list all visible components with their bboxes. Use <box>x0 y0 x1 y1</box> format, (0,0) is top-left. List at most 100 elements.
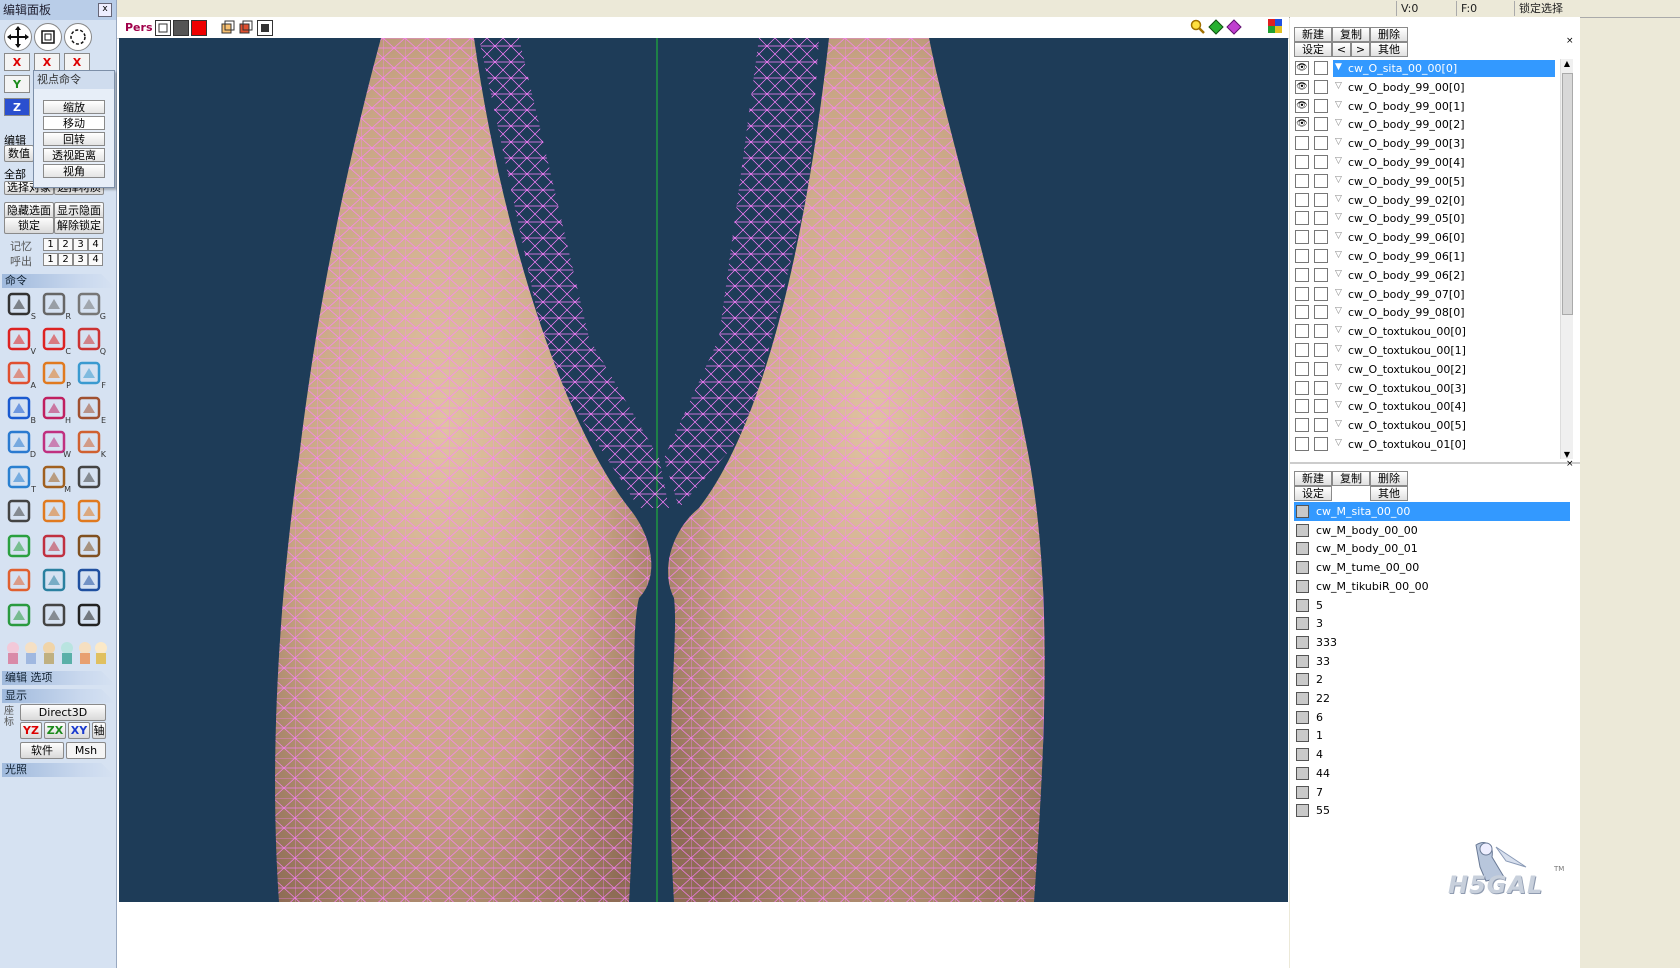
object-row[interactable]: ▽ cw_O_body_99_06[1] <box>1295 247 1557 266</box>
lock-toggle-icon[interactable] <box>1314 305 1328 320</box>
collapsed-arrow-icon[interactable]: ▽ <box>1335 137 1342 147</box>
x-axis-button-1[interactable]: X <box>4 53 30 71</box>
lock-toggle-icon[interactable] <box>1314 211 1328 226</box>
collapsed-arrow-icon[interactable]: ▽ <box>1335 419 1342 429</box>
material-color-swatch[interactable] <box>1296 766 1309 780</box>
lock-toggle-icon[interactable] <box>1314 286 1328 301</box>
hidden-eye-icon[interactable] <box>1295 267 1309 282</box>
object-new-button[interactable]: 新建 <box>1294 27 1332 42</box>
knife-icon[interactable]: H <box>39 393 71 425</box>
material-color-swatch[interactable] <box>1296 505 1309 518</box>
plane-yz-button[interactable]: YZ <box>20 722 42 739</box>
copy-view-icon[interactable] <box>239 20 253 34</box>
mapping-box-icon[interactable] <box>4 565 36 597</box>
collapsed-arrow-icon[interactable]: ▽ <box>1335 231 1342 241</box>
material-color-swatch[interactable] <box>1296 523 1309 537</box>
recall-1-button[interactable]: 1 <box>43 253 58 266</box>
object-row[interactable]: 👁 ▽ cw_O_body_99_00[0] <box>1295 78 1557 97</box>
material-row[interactable]: 22 <box>1294 689 1570 708</box>
lock-toggle-icon[interactable] <box>1314 267 1328 282</box>
material-row[interactable]: 33 <box>1294 652 1570 671</box>
material-row[interactable]: cw_M_body_00_00 <box>1294 521 1570 540</box>
object-row[interactable]: ▽ cw_O_body_99_05[0] <box>1295 209 1557 228</box>
object-prev-button[interactable]: < <box>1332 42 1351 57</box>
expand-arrow-icon[interactable]: ▼ <box>1335 62 1342 72</box>
plane-xy-button[interactable]: XY <box>68 722 90 739</box>
material-color-swatch[interactable] <box>1296 654 1309 668</box>
object-panel-close-icon[interactable]: × <box>1566 36 1574 46</box>
lock-toggle-icon[interactable] <box>1314 399 1328 414</box>
material-color-swatch[interactable] <box>1296 692 1309 705</box>
lock-toggle-icon[interactable] <box>1314 437 1328 451</box>
software-render-button[interactable]: 软件 <box>20 742 64 759</box>
material-row[interactable]: 44 <box>1294 764 1570 783</box>
memory-1-button[interactable]: 1 <box>43 238 58 251</box>
magnet-icon[interactable]: B <box>4 393 36 425</box>
palette-icon[interactable] <box>74 531 106 563</box>
lock-toggle-icon[interactable] <box>1314 380 1328 395</box>
material-row[interactable]: cw_M_tume_00_00 <box>1294 558 1570 577</box>
object-row[interactable]: ▽ cw_O_toxtukou_00[0] <box>1295 322 1557 341</box>
renderer-button[interactable]: Direct3D <box>20 704 106 721</box>
material-delete-button[interactable]: 删除 <box>1370 471 1408 486</box>
object-row[interactable]: 👁 ▽ cw_O_body_99_00[2] <box>1295 115 1557 134</box>
lattice-icon[interactable] <box>4 496 36 528</box>
edit-options-section-header[interactable]: 编辑 选项 <box>2 671 115 685</box>
material-row[interactable]: cw_M_tikubiR_00_00 <box>1294 577 1570 596</box>
move-view-icon[interactable] <box>4 23 32 51</box>
plane-zx-button[interactable]: ZX <box>44 722 66 739</box>
collapsed-arrow-icon[interactable]: ▽ <box>1335 156 1342 166</box>
object-row[interactable]: ▽ cw_O_body_99_00[3] <box>1295 134 1557 153</box>
character-avatars[interactable] <box>4 636 108 666</box>
pan-button[interactable]: 移动 <box>43 116 105 130</box>
lock-selection-button[interactable]: 锁定选择 <box>1514 1 1577 16</box>
lock-toggle-icon[interactable] <box>1314 136 1328 151</box>
object-row[interactable]: ▽ cw_O_body_99_00[5] <box>1295 172 1557 191</box>
object-row[interactable]: ▽ cw_O_body_99_06[0] <box>1295 228 1557 247</box>
memory-3-button[interactable]: 3 <box>73 238 88 251</box>
lock-toggle-icon[interactable] <box>1314 230 1328 245</box>
object-row[interactable]: ▽ cw_O_toxtukou_00[3] <box>1295 379 1557 398</box>
material-color-swatch[interactable] <box>1296 729 1309 743</box>
material-color-swatch[interactable] <box>1296 673 1309 687</box>
memory-2-button[interactable]: 2 <box>58 238 73 251</box>
material-row[interactable]: 7 <box>1294 783 1570 802</box>
plane-icon[interactable]: F <box>74 358 106 390</box>
rotate-view-tool-icon[interactable] <box>64 23 92 51</box>
move-icon[interactable]: V <box>4 324 36 356</box>
command-section-header[interactable]: 命令 <box>2 274 115 288</box>
axis-toggle-button[interactable]: 轴 <box>92 722 106 739</box>
material-color-swatch[interactable] <box>1296 635 1309 649</box>
red-square-icon[interactable] <box>191 20 207 36</box>
object-row[interactable]: 👁 ▽ cw_O_body_99_00[1] <box>1295 97 1557 116</box>
hidden-eye-icon[interactable] <box>1295 249 1309 263</box>
rotate-icon[interactable]: C <box>39 324 71 356</box>
collapsed-arrow-icon[interactable]: ▽ <box>1335 81 1342 91</box>
object-row[interactable]: ▽ cw_O_toxtukou_01[0] <box>1295 435 1557 454</box>
grid-view-icon[interactable] <box>257 20 273 36</box>
bone-icon[interactable] <box>39 565 71 597</box>
hidden-eye-icon[interactable] <box>1295 437 1309 451</box>
material-row[interactable]: 6 <box>1294 708 1570 727</box>
object-other-button[interactable]: 其他 <box>1370 42 1408 57</box>
object-row[interactable]: ▽ cw_O_body_99_00[4] <box>1295 153 1557 172</box>
object-row[interactable]: ▽ cw_O_body_99_07[0] <box>1295 285 1557 304</box>
bevel-icon[interactable]: K <box>74 427 106 459</box>
material-other-button[interactable]: 其他 <box>1370 486 1408 501</box>
hidden-eye-icon[interactable] <box>1295 192 1309 207</box>
zoom-icon[interactable] <box>1190 19 1206 35</box>
bend-icon[interactable] <box>39 496 71 528</box>
twist-icon[interactable]: T <box>4 462 36 494</box>
collapsed-arrow-icon[interactable]: ▽ <box>1335 194 1342 204</box>
object-row[interactable]: 👁 ▼ cw_O_sita_00_00[0] <box>1295 59 1557 78</box>
hidden-eye-icon[interactable] <box>1295 305 1309 320</box>
collapsed-arrow-icon[interactable]: ▽ <box>1335 118 1342 128</box>
recall-2-button[interactable]: 2 <box>58 253 73 266</box>
collapsed-arrow-icon[interactable]: ▽ <box>1335 175 1342 185</box>
hidden-eye-icon[interactable] <box>1295 173 1309 188</box>
x-axis-button-2[interactable]: X <box>34 53 60 71</box>
perspective-distance-button[interactable]: 透视距离 <box>43 148 105 162</box>
material-color-swatch[interactable] <box>1296 710 1309 724</box>
hidden-eye-icon[interactable] <box>1295 324 1309 339</box>
collapsed-arrow-icon[interactable]: ▽ <box>1335 382 1342 392</box>
